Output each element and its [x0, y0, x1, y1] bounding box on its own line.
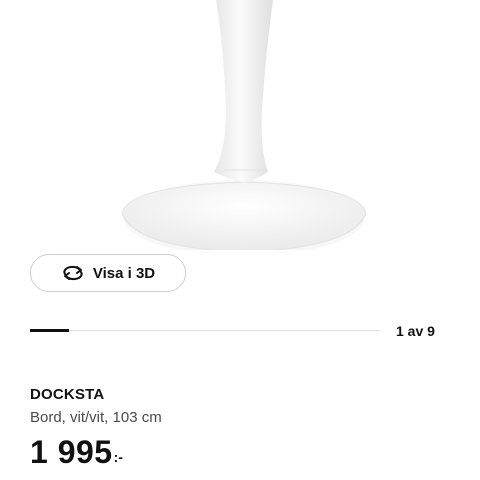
- view-in-3d-label: Visa i 3D: [92, 264, 156, 282]
- progress-fill: [30, 329, 69, 332]
- product-image[interactable]: [0, 0, 480, 256]
- gallery-progress-bar[interactable]: [30, 329, 379, 333]
- product-price: 1 995 :-: [30, 434, 123, 471]
- progress-track: [30, 330, 379, 331]
- price-decimal: :-: [113, 449, 123, 465]
- view-in-3d-button[interactable]: Visa i 3D: [30, 254, 186, 292]
- price-integer: 1 995: [30, 434, 113, 470]
- image-counter: 1 av 9: [396, 323, 435, 339]
- product-description: Bord, vit/vit, 103 cm: [30, 409, 162, 426]
- product-name[interactable]: DOCKSTA: [30, 386, 104, 403]
- rotate-3d-icon: [61, 265, 85, 281]
